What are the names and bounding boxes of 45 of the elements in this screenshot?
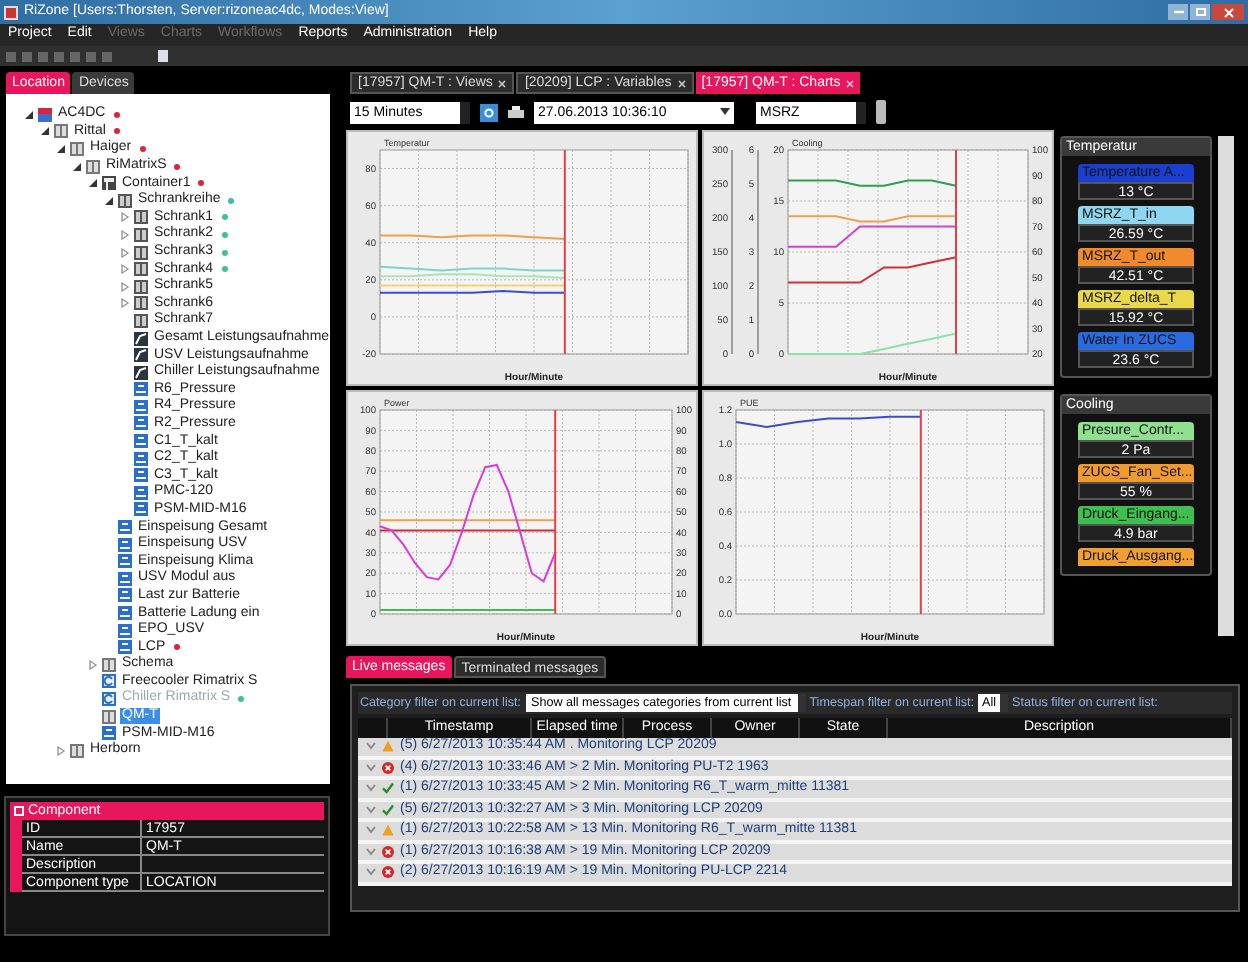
location-icon [86, 159, 100, 174]
refresh-button[interactable] [480, 103, 498, 121]
expand-chevron-icon[interactable] [366, 742, 376, 751]
expand-chevron-icon[interactable] [366, 868, 376, 877]
location-icon [102, 657, 116, 672]
expand-chevron-icon[interactable] [366, 805, 376, 814]
expanded-triangle-icon[interactable] [87, 178, 97, 189]
collapsed-triangle-icon[interactable] [119, 229, 129, 240]
collapsed-triangle-icon[interactable] [119, 264, 129, 275]
collapsed-triangle-icon[interactable] [119, 298, 129, 309]
expand-chevron-icon[interactable] [366, 784, 376, 793]
dropdown-caret-icon [720, 108, 730, 116]
tab-close-icon[interactable] [677, 79, 686, 87]
maximize-button[interactable] [1190, 4, 1210, 20]
expand-chevron-icon[interactable] [366, 763, 376, 772]
refresh-icon [484, 107, 494, 117]
site-icon [38, 107, 52, 122]
location-icon [102, 709, 116, 724]
collapse-box-icon[interactable] [14, 806, 24, 816]
app-icon [4, 5, 18, 19]
close-icon [1223, 7, 1233, 17]
room-icon [102, 176, 116, 191]
expanded-triangle-icon[interactable] [23, 109, 33, 120]
minimize-button[interactable] [1168, 4, 1188, 20]
tab-close-icon[interactable] [498, 79, 507, 87]
expand-chevron-icon[interactable] [366, 826, 376, 835]
collapsed-triangle-icon[interactable] [119, 247, 129, 258]
expanded-triangle-icon[interactable] [39, 126, 49, 137]
collapsed-triangle-icon[interactable] [119, 212, 129, 223]
collapsed-triangle-icon[interactable] [55, 745, 65, 756]
toggle-handle[interactable] [876, 100, 886, 124]
warning-icon [382, 824, 394, 837]
collapsed-triangle-icon[interactable] [87, 659, 97, 670]
collapsed-triangle-icon[interactable] [119, 281, 129, 292]
expand-chevron-icon[interactable] [366, 847, 376, 856]
minimize-icon [1173, 10, 1183, 14]
warning-icon [382, 740, 394, 753]
expanded-triangle-icon[interactable] [71, 161, 81, 172]
expanded-triangle-icon[interactable] [103, 195, 113, 206]
expanded-triangle-icon[interactable] [55, 143, 65, 154]
maximize-icon [1195, 8, 1205, 16]
location-icon [70, 743, 84, 758]
close-button[interactable] [1212, 4, 1244, 20]
printer-icon[interactable] [508, 105, 524, 119]
sensor-icon [102, 726, 116, 741]
